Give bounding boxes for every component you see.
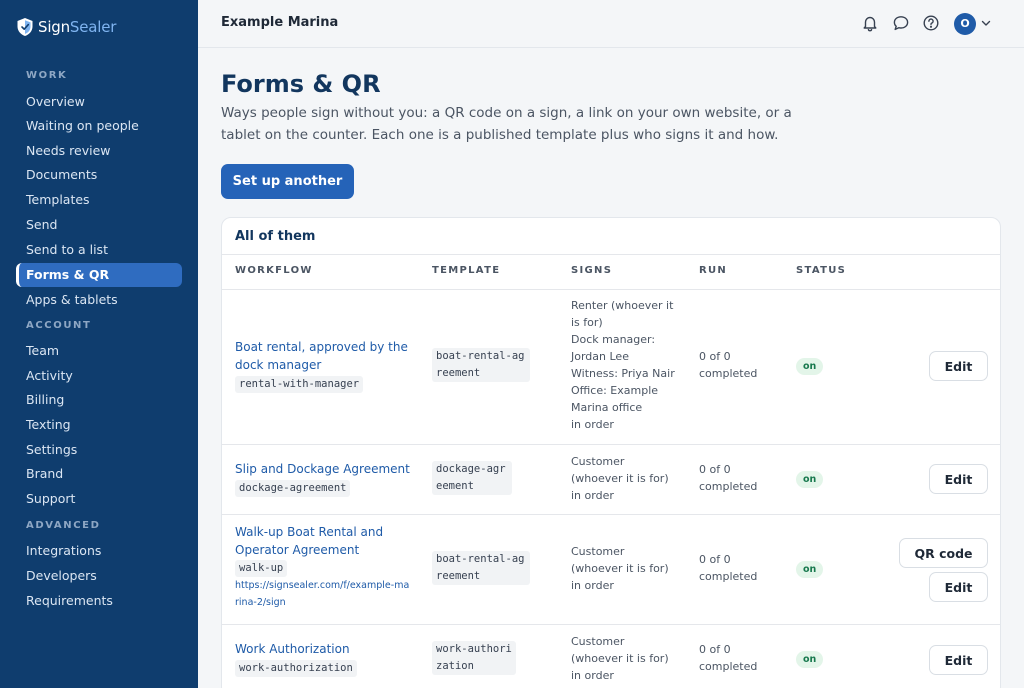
set-up-another-button[interactable]: Set up another	[221, 164, 354, 199]
workflow-name-link[interactable]: Slip and Dockage Agreement	[235, 460, 415, 478]
workflow-name-link[interactable]: Walk-up Boat Rental and Operator Agreeme…	[235, 523, 411, 559]
sidebar-item-forms-qr[interactable]: Forms & QR	[16, 263, 182, 287]
template-slug: dockage-agreement	[432, 461, 512, 495]
sidebar-item-billing[interactable]: Billing	[16, 388, 182, 412]
sidebar-item-send-to-a-list[interactable]: Send to a list	[16, 238, 182, 262]
nav-section-work: WORK	[26, 70, 68, 81]
edit-button[interactable]: Edit	[929, 645, 988, 675]
run-cell: 0 of 0 completed	[699, 463, 758, 493]
workflow-cell: Walk-up Boat Rental and Operator Agreeme…	[235, 523, 411, 611]
template-cell: work-authorization	[432, 641, 516, 675]
edit-button[interactable]: Edit	[929, 351, 988, 381]
signs-cell: Customer (whoever it is for) in order	[571, 455, 669, 502]
sidebar: SignSealer WORK Overview Waiting on peop…	[0, 0, 198, 688]
column-header-workflow: WORKFLOW	[235, 265, 313, 276]
column-header-template: TEMPLATE	[432, 265, 501, 276]
sidebar-item-integrations[interactable]: Integrations	[16, 539, 182, 563]
chevron-down-icon[interactable]	[980, 17, 992, 29]
divider	[222, 289, 1000, 290]
workflows-card: All of them WORKFLOW TEMPLATE SIGNS RUN …	[221, 217, 1001, 688]
signs-cell: Customer (whoever it is for) in order	[571, 545, 669, 592]
run-cell: 0 of 0 completed	[699, 643, 758, 673]
qr-code-button[interactable]: QR code	[899, 538, 988, 568]
template-cell: boat-rental-agreement	[432, 551, 530, 585]
workflow-slug: dockage-agreement	[235, 480, 351, 497]
workflow-cell: Boat rental, approved by the dock manage…	[235, 338, 415, 393]
workflow-name-link[interactable]: Work Authorization	[235, 640, 415, 658]
template-slug: boat-rental-agreement	[432, 551, 530, 585]
sidebar-item-send[interactable]: Send	[16, 213, 182, 237]
sidebar-item-needs-review[interactable]: Needs review	[16, 139, 182, 163]
workflow-cell: Slip and Dockage Agreement dockage-agree…	[235, 460, 415, 497]
brand-name: SignSealer	[38, 18, 117, 36]
signs-cell: Customer (whoever it is for) in order	[571, 635, 669, 682]
sidebar-item-templates[interactable]: Templates	[16, 188, 182, 212]
sidebar-item-developers[interactable]: Developers	[16, 564, 182, 588]
avatar[interactable]: O	[954, 13, 976, 35]
page-title: Forms & QR	[221, 70, 381, 98]
template-cell: dockage-agreement	[432, 461, 512, 495]
divider	[222, 254, 1000, 255]
sidebar-item-requirements[interactable]: Requirements	[16, 589, 182, 613]
divider	[222, 514, 1000, 515]
run-cell: 0 of 0 completed	[699, 553, 758, 583]
status-badge: on	[796, 651, 824, 668]
status-badge: on	[796, 561, 824, 578]
divider	[222, 624, 1000, 625]
sidebar-item-activity[interactable]: Activity	[16, 364, 182, 388]
workflow-slug: rental-with-manager	[235, 376, 364, 393]
column-header-run: RUN	[699, 265, 728, 276]
status-badge: on	[796, 471, 824, 488]
template-slug: boat-rental-agreement	[432, 348, 530, 382]
sidebar-item-support[interactable]: Support	[16, 487, 182, 511]
status-badge: on	[796, 358, 824, 375]
public-link-url[interactable]: https://signsealer.com/f/example-marina-…	[235, 577, 411, 611]
org-name: Example Marina	[221, 15, 339, 30]
brand[interactable]: SignSealer	[16, 17, 116, 37]
template-cell: boat-rental-agreement	[432, 348, 530, 382]
sidebar-item-apps-tablets[interactable]: Apps & tablets	[16, 288, 182, 312]
page-description: Ways people sign without you: a QR code …	[221, 105, 792, 143]
workflow-name-link[interactable]: Boat rental, approved by the dock manage…	[235, 338, 415, 374]
column-header-status: STATUS	[796, 265, 847, 276]
card-title: All of them	[235, 229, 316, 244]
template-slug: work-authorization	[432, 641, 516, 675]
sidebar-item-documents[interactable]: Documents	[16, 163, 182, 187]
help-circle-icon[interactable]	[922, 14, 940, 32]
edit-button[interactable]: Edit	[929, 572, 988, 602]
workflow-slug: walk-up	[235, 560, 288, 577]
topbar: Example Marina O	[198, 0, 1024, 48]
column-header-signs: SIGNS	[571, 265, 613, 276]
sidebar-item-brand[interactable]: Brand	[16, 462, 182, 486]
run-cell: 0 of 0 completed	[699, 350, 758, 380]
bell-icon[interactable]	[861, 14, 879, 32]
sidebar-item-texting[interactable]: Texting	[16, 413, 182, 437]
sidebar-item-waiting-on-people[interactable]: Waiting on people	[16, 114, 182, 138]
nav-section-account: ACCOUNT	[26, 320, 92, 331]
nav-section-advanced: ADVANCED	[26, 520, 101, 531]
signs-cell: Renter (whoever it is for) Dock manager:…	[571, 299, 675, 431]
chat-bubble-icon[interactable]	[892, 14, 910, 32]
sidebar-item-settings[interactable]: Settings	[16, 438, 182, 462]
workflow-slug: work-authorization	[235, 660, 357, 677]
sidebar-item-team[interactable]: Team	[16, 339, 182, 363]
divider	[222, 444, 1000, 445]
workflow-cell: Work Authorization work-authorization	[235, 640, 415, 677]
edit-button[interactable]: Edit	[929, 464, 988, 494]
sidebar-item-overview[interactable]: Overview	[16, 90, 182, 114]
shield-icon	[17, 18, 33, 36]
